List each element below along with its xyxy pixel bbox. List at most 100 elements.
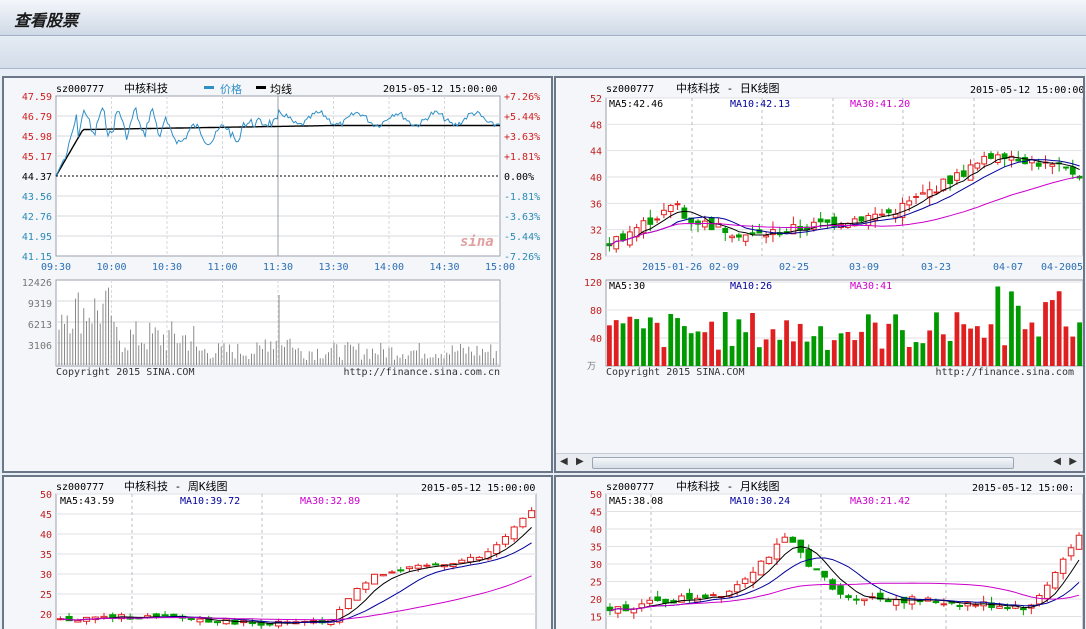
daily-volume-bar	[804, 341, 810, 366]
candle-body	[919, 192, 926, 195]
candle-body	[662, 598, 669, 604]
candle-body	[196, 618, 204, 623]
candle-body	[757, 560, 765, 576]
weekly-kline-chart: sz000777 中核科技 - 周K线图 2015-05-12 15:00:00…	[4, 477, 551, 629]
scrollbar-thumb[interactable]	[592, 457, 1014, 469]
daily-volume-bar	[661, 347, 667, 366]
candle-body	[735, 234, 742, 238]
w-y-tick-label: 30	[40, 570, 52, 581]
volume-tick-label: 12426	[22, 278, 52, 289]
candle-body	[742, 234, 749, 242]
daily-volume-bar	[968, 328, 973, 366]
daily-volume-bar	[681, 326, 687, 366]
scroll-left-end-icon[interactable]: ◀	[1053, 456, 1061, 467]
volume-tick-label: 3106	[28, 341, 52, 352]
candle-body	[981, 155, 988, 165]
daily-url: http://finance.sina.com	[936, 367, 1074, 378]
daily-volume-bar	[1043, 302, 1048, 366]
volume-tick-label: 9319	[28, 299, 52, 310]
candle-body	[528, 510, 536, 519]
daily-volume-bar	[641, 328, 646, 366]
monthly-datetime: 2015-05-12 15:00:	[972, 483, 1074, 494]
candle-body	[729, 235, 735, 239]
percent-tick-label: +1.81%	[504, 152, 540, 163]
candle-body	[661, 209, 667, 216]
candle-body	[789, 536, 797, 543]
candle-body	[988, 153, 994, 159]
scroll-right-end-icon[interactable]: ▶	[1069, 456, 1077, 467]
m-y-tick-label: 50	[590, 490, 602, 501]
daily-volume-bar	[784, 320, 789, 366]
candle-body	[781, 536, 789, 543]
daily-volume-bar	[688, 333, 694, 366]
price-tick-label: 45.17	[22, 152, 52, 163]
scroll-left-icon[interactable]: ◀	[560, 456, 568, 467]
candle-body	[913, 195, 919, 198]
daily-volume-bar	[1022, 329, 1028, 366]
scroll-right-icon[interactable]: ▶	[576, 456, 584, 467]
time-tick-label: 11:30	[263, 262, 293, 273]
daily-volume-bar	[961, 324, 967, 366]
daily-volume-bar	[913, 342, 919, 366]
candle-body	[821, 570, 828, 578]
candle-body	[614, 606, 622, 614]
candle-body	[940, 178, 947, 191]
weekly-ma5: MA5:43.59	[60, 496, 114, 507]
price-tick-label: 41.95	[22, 232, 52, 243]
candle-body	[741, 578, 749, 584]
daily-volume-bar	[818, 326, 824, 366]
candle-body	[845, 595, 852, 598]
candle-body	[654, 218, 660, 221]
percent-tick-label: +5.44%	[504, 112, 540, 123]
daily-ma5: MA5:42.46	[609, 99, 663, 110]
weekly-kline-panel: sz000777 中核科技 - 周K线图 2015-05-12 15:00:00…	[2, 475, 553, 629]
d-y-tick-label: 48	[590, 120, 602, 131]
daily-volume-bar	[770, 329, 776, 366]
daily-date-tick-label: 2015-01-26	[642, 262, 702, 273]
m-y-tick-label: 25	[590, 578, 602, 589]
daily-volume-bar	[906, 346, 912, 366]
daily-volume-bar	[729, 346, 735, 366]
daily-horizontal-scrollbar[interactable]: ◀ ▶ ◀ ▶	[556, 453, 1083, 471]
candle-body	[654, 596, 661, 602]
candle-body	[1035, 162, 1042, 167]
daily-volume-bar	[1056, 291, 1062, 366]
daily-title: 中核科技 - 日K线图	[676, 81, 780, 95]
intraday-datetime: 2015-05-12 15:00:00	[383, 84, 497, 95]
weekly-ma10: MA10:39.72	[180, 496, 240, 507]
legend-price: 价格	[220, 82, 242, 96]
candle-body	[353, 588, 361, 601]
daily-volume-bar	[750, 312, 755, 366]
window-title: 查看股票	[14, 11, 79, 30]
candle-body	[423, 564, 431, 567]
candle-body	[501, 536, 510, 545]
candle-body	[1069, 166, 1076, 175]
candle-body	[972, 604, 979, 607]
daily-volume-bar	[763, 339, 769, 366]
time-tick-label: 13:30	[318, 262, 348, 273]
candle-body	[248, 622, 256, 625]
daily-copyright: Copyright 2015 SINA.COM	[606, 367, 744, 378]
m-y-tick-label: 45	[590, 508, 602, 519]
percent-tick-label: -5.44%	[504, 232, 540, 243]
daily-vol-ma10: MA10:26	[730, 281, 772, 292]
daily-volume-bar	[879, 348, 885, 366]
candle-body	[813, 568, 820, 571]
candle-body	[1059, 558, 1067, 574]
percent-tick-label: -1.81%	[504, 192, 540, 203]
daily-volume-bar	[634, 319, 640, 366]
daily-volume-bar	[1009, 291, 1014, 366]
candle-body	[702, 594, 709, 599]
daily-volume-bar	[872, 322, 878, 366]
candle-body	[466, 556, 475, 563]
intraday-chart-panel: sz000777 中核科技 价格 均线 2015-05-12 15:00:00 …	[2, 76, 553, 473]
w-y-tick-label: 35	[40, 550, 52, 561]
percent-tick-label: -3.63%	[504, 212, 540, 223]
daily-volume-bar	[845, 331, 851, 366]
candle-body	[994, 154, 1001, 163]
daily-volume-bar	[927, 330, 933, 366]
candle-body	[257, 622, 265, 626]
daily-volume-bar	[920, 343, 926, 366]
candle-body	[213, 621, 222, 624]
price-tick-label: 44.37	[22, 172, 52, 183]
